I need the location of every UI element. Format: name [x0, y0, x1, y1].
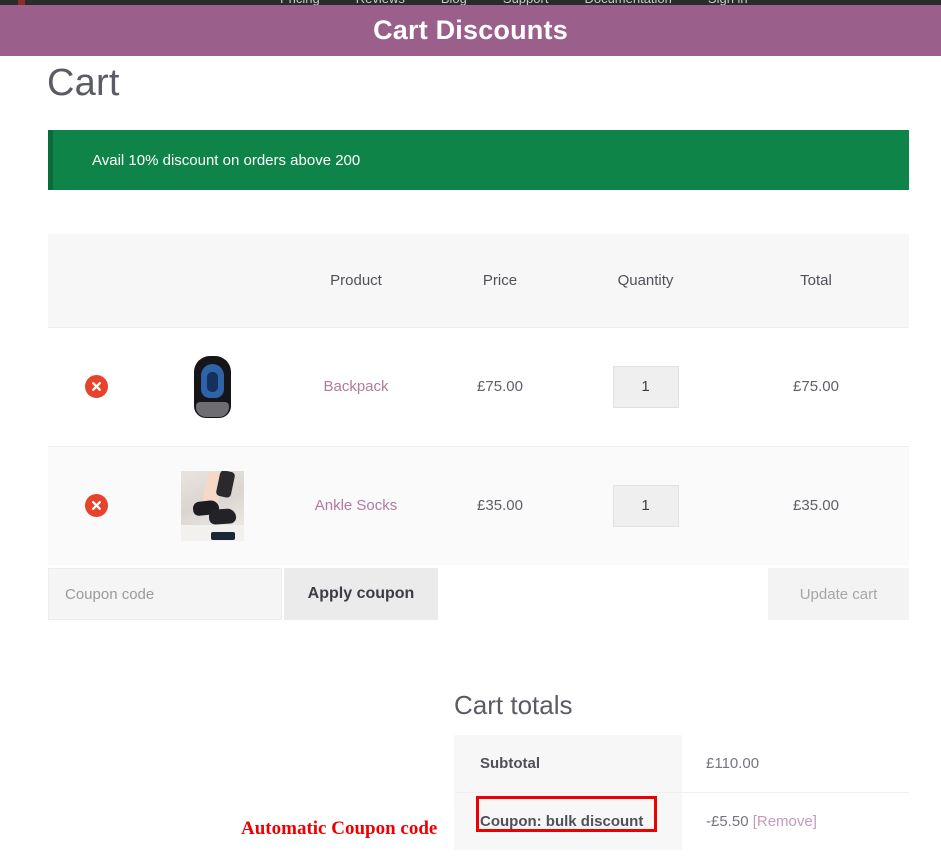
header-price: Price: [432, 234, 568, 327]
totals-row-coupon: Coupon: bulk discount -£5.50 [Remove]: [454, 793, 909, 851]
totals-label-subtotal: Subtotal: [454, 735, 682, 793]
header-product: Product: [280, 234, 432, 327]
backpack-thumbnail[interactable]: [181, 352, 244, 422]
nav-item-sign-in[interactable]: Sign in: [708, 0, 748, 4]
coupon-actions-row: Apply coupon Update cart: [48, 568, 909, 620]
totals-label-coupon: Coupon: bulk discount: [454, 793, 682, 851]
cart-row-remove-cell: [48, 327, 144, 446]
cart-totals-title: Cart totals: [454, 690, 573, 721]
discount-notice-text: Avail 10% discount on orders above 200: [53, 152, 360, 169]
quantity-input-ankle-socks[interactable]: 1: [613, 485, 679, 527]
product-link-backpack[interactable]: Backpack: [323, 378, 388, 395]
remove-circle-icon[interactable]: [85, 375, 108, 398]
coupon-code-input[interactable]: [48, 568, 282, 620]
totals-value-coupon: -£5.50 [Remove]: [682, 793, 909, 851]
totals-row-subtotal: Subtotal £110.00: [454, 735, 909, 793]
cart-row-thumbnail-cell: [144, 446, 280, 565]
page-title: Cart: [47, 62, 941, 105]
table-row: Ankle Socks £35.00 1 £35.00: [48, 446, 909, 565]
cart-row-quantity-cell: 1: [568, 446, 723, 565]
coupon-label-text: Coupon: bulk discount: [480, 813, 643, 830]
cart-row-price-cell: £35.00: [432, 446, 568, 565]
update-cart-button[interactable]: Update cart: [768, 568, 909, 620]
cart-row-thumbnail-cell: [144, 327, 280, 446]
header-remove: [48, 234, 144, 327]
product-link-ankle-socks[interactable]: Ankle Socks: [315, 497, 398, 514]
nav-item-blog[interactable]: Blog: [441, 0, 467, 4]
cart-row-product-cell: Ankle Socks: [280, 446, 432, 565]
nav-item-documentation[interactable]: Documentation: [584, 0, 671, 4]
apply-coupon-button[interactable]: Apply coupon: [284, 568, 438, 620]
nav-item-reviews[interactable]: Reviews: [356, 0, 405, 4]
remove-circle-icon[interactable]: [85, 494, 108, 517]
browser-nav-strip: Pricing Reviews Blog Support Documentati…: [0, 0, 941, 5]
cart-items-table: Product Price Quantity Total: [48, 234, 909, 565]
ankle-socks-thumbnail[interactable]: [181, 471, 244, 541]
nav-item-support[interactable]: Support: [503, 0, 549, 4]
discount-notice: Avail 10% discount on orders above 200: [48, 130, 909, 190]
table-row: Backpack £75.00 1 £75.00: [48, 327, 909, 446]
cart-row-price-cell: £75.00: [432, 327, 568, 446]
header-thumbnail: [144, 234, 280, 327]
cart-row-quantity-cell: 1: [568, 327, 723, 446]
cart-row-product-cell: Backpack: [280, 327, 432, 446]
page-banner: Cart Discounts: [0, 5, 941, 56]
cart-table-header-row: Product Price Quantity Total: [48, 234, 909, 327]
nav-item-pricing[interactable]: Pricing: [280, 0, 320, 4]
header-total: Total: [723, 234, 909, 327]
cart-row-remove-cell: [48, 446, 144, 565]
coupon-discount-amount: -£5.50: [706, 813, 753, 830]
quantity-input-backpack[interactable]: 1: [613, 366, 679, 408]
nav-logo-dot: [18, 0, 25, 5]
cart-page: Cart Avail 10% discount on orders above …: [0, 56, 941, 863]
totals-value-subtotal: £110.00: [682, 735, 909, 793]
cart-row-total-cell: £35.00: [723, 446, 909, 565]
cart-totals-table: Subtotal £110.00 Coupon: bulk discount -…: [454, 735, 909, 850]
banner-title: Cart Discounts: [373, 15, 568, 46]
annotation-automatic-coupon-code: Automatic Coupon code: [241, 818, 437, 840]
header-quantity: Quantity: [568, 234, 723, 327]
cart-row-total-cell: £75.00: [723, 327, 909, 446]
coupon-remove-link[interactable]: [Remove]: [753, 813, 817, 830]
